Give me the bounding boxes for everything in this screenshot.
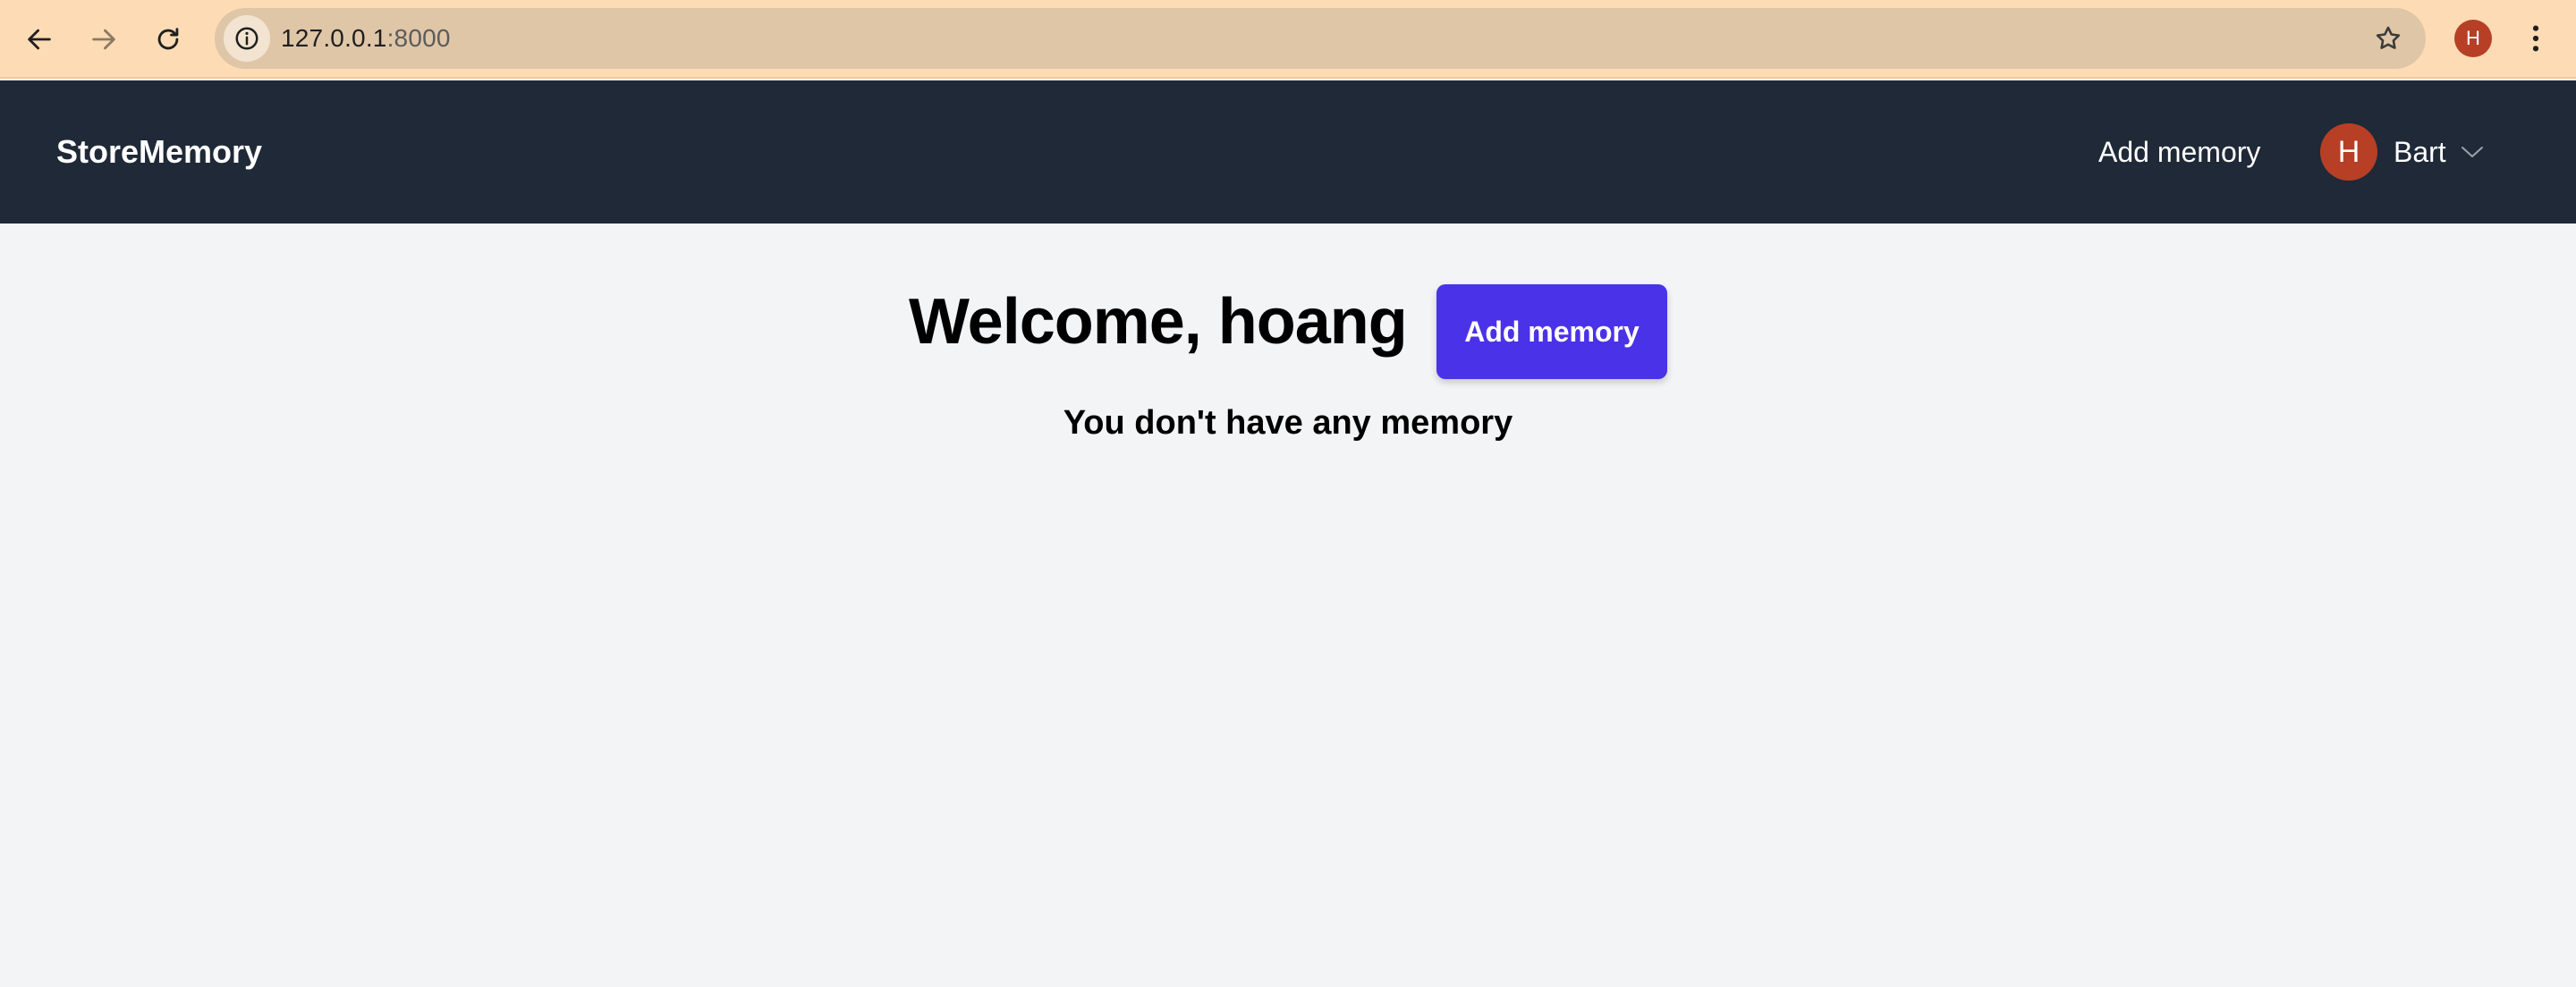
chevron-down-icon [2461, 145, 2484, 159]
browser-toolbar: 127.0.0.1:8000 H [0, 0, 2576, 79]
user-avatar: H [2320, 123, 2377, 181]
back-button[interactable] [13, 13, 66, 66]
empty-state-message: You don't have any memory [1063, 404, 1513, 442]
star-icon [2376, 26, 2401, 49]
reload-icon [157, 28, 179, 50]
add-memory-button[interactable]: Add memory [1436, 284, 1667, 379]
reload-button[interactable] [141, 13, 195, 66]
url-host: 127.0.0.1 [281, 24, 387, 52]
url-text[interactable]: 127.0.0.1:8000 [281, 8, 451, 69]
browser-profile-avatar[interactable]: H [2454, 20, 2492, 57]
address-bar[interactable]: 127.0.0.1:8000 [215, 8, 2426, 69]
nav-add-memory-link[interactable]: Add memory [2098, 80, 2260, 224]
arrow-left-icon [28, 29, 51, 50]
url-port: :8000 [386, 24, 451, 52]
browser-menu-button[interactable] [2521, 16, 2551, 61]
welcome-heading: Welcome, hoang [909, 286, 1408, 358]
kebab-menu-icon [2532, 25, 2539, 52]
arrow-right-icon [92, 29, 115, 50]
brand-logo-link[interactable]: StoreMemory [56, 80, 262, 224]
info-icon [235, 27, 258, 50]
app-navbar: StoreMemory Add memory H Bart [0, 80, 2576, 224]
forward-button[interactable] [77, 13, 131, 66]
user-name: Bart [2394, 135, 2446, 168]
bookmark-button[interactable] [2368, 19, 2408, 58]
site-info-button[interactable] [224, 15, 270, 62]
user-menu-toggle[interactable]: H Bart [2320, 123, 2484, 181]
